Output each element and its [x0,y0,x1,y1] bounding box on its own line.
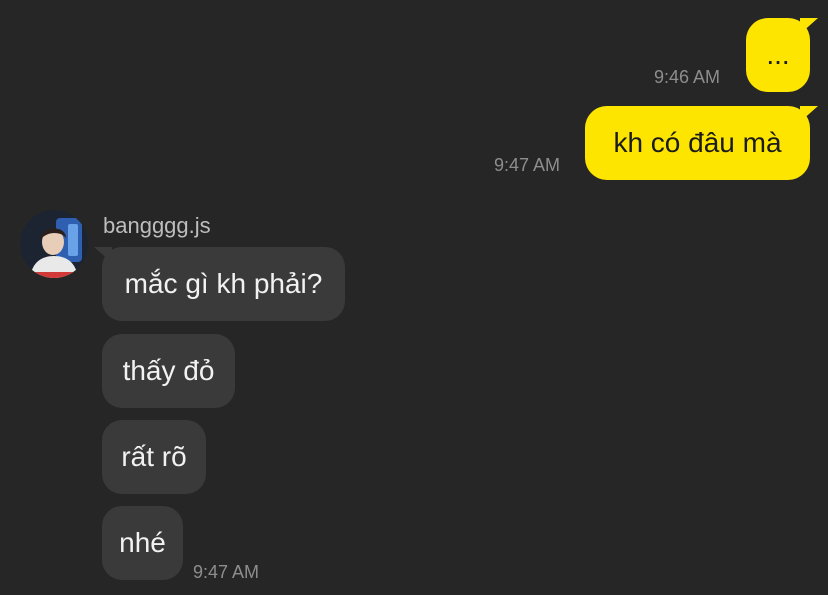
message-text: rất rõ [121,441,187,472]
incoming-message-bubble[interactable]: mắc gì kh phải? [94,247,345,321]
bubble-tail [800,106,818,122]
sender-avatar[interactable] [20,210,88,278]
bubble-tail [800,18,818,34]
message-text: thấy đỏ [122,355,215,386]
message-text: ... [766,39,790,70]
incoming-message-bubble[interactable]: rất rõ [102,420,206,494]
outgoing-message-bubble[interactable]: kh có đâu mà [585,106,818,180]
message-timestamp: 9:46 AM [654,67,721,87]
bubble-tail [94,247,112,263]
message-timestamp: 9:47 AM [494,155,561,175]
sender-name: bangggg.js [103,213,211,238]
chat-thread: ... 9:46 AM kh có đâu mà 9:47 AM bangggg… [0,0,828,595]
message-timestamp: 9:47 AM [193,562,260,582]
message-text: nhé [119,527,166,558]
message-text: mắc gì kh phải? [124,268,323,299]
incoming-message-bubble[interactable]: thấy đỏ [102,334,235,408]
avatar-photo [20,210,88,278]
outgoing-message-bubble[interactable]: ... [746,18,818,92]
message-text: kh có đâu mà [613,127,782,158]
incoming-message-bubble[interactable]: nhé [102,506,183,580]
